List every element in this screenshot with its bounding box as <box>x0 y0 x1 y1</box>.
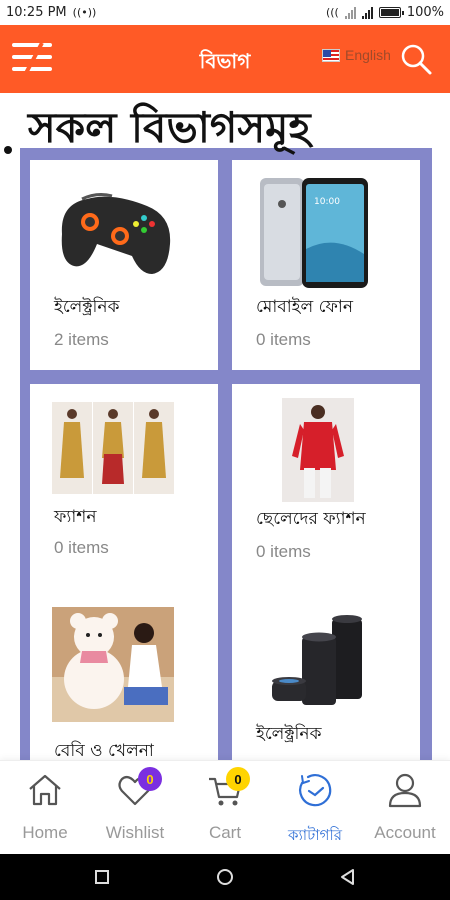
mens-fashion-image <box>282 398 354 502</box>
category-name: মোবাইল ফোন <box>256 297 353 317</box>
nav-account[interactable]: Account <box>360 761 450 855</box>
womens-fashion-image <box>52 402 174 494</box>
category-card[interactable]: ইলেক্ট্রনিক 2 items <box>30 160 218 370</box>
smartphone-image: 10:00 <box>260 178 368 288</box>
svg-text:10:00: 10:00 <box>314 197 340 207</box>
category-count: 0 items <box>256 542 311 561</box>
cart-badge: 0 <box>226 767 250 791</box>
wifi-calling-icon: ((( <box>325 6 339 19</box>
category-name: বেবি ও খেলনা <box>54 741 154 760</box>
nav-home-label: Home <box>22 823 68 842</box>
nav-wishlist-label: Wishlist <box>105 823 165 842</box>
nav-cart[interactable]: 0 Cart <box>180 761 270 855</box>
language-label: English <box>345 47 391 63</box>
nav-cart-label: Cart <box>208 823 242 842</box>
home-button-icon[interactable] <box>215 867 235 887</box>
signal-icon <box>344 6 356 19</box>
back-icon[interactable] <box>338 867 358 887</box>
app-header: বিভাগ English <box>0 25 450 93</box>
nav-account-label: Account <box>374 823 436 842</box>
nav-category[interactable]: ক্যাটাগরি <box>270 761 360 855</box>
search-icon[interactable] <box>398 42 434 78</box>
category-count: 0 items <box>256 330 311 349</box>
battery-icon <box>378 7 404 18</box>
status-time: 10:25 PM <box>6 5 67 20</box>
category-name: ছেলেদের ফ্যাশন <box>256 509 366 529</box>
category-grid: ইলেক্ট্রনিক 2 items 10:00 মোবাইল ফোন 0 i… <box>20 148 432 760</box>
category-card[interactable]: বেবি ও খেলনা <box>30 593 218 760</box>
us-flag-icon <box>322 48 340 62</box>
category-card[interactable]: 10:00 মোবাইল ফোন 0 items <box>232 160 420 370</box>
gamepad-image <box>61 193 171 274</box>
nav-category-label: ক্যাটাগরি <box>287 826 343 844</box>
signal-icon-2 <box>361 6 373 19</box>
category-card[interactable]: ফ্যাশন 0 items <box>30 384 218 594</box>
battery-percent: 100% <box>406 5 444 20</box>
status-bar: 10:25 PM ((•)) ((( 100% <box>0 0 450 25</box>
category-name: ফ্যাশন <box>54 507 97 527</box>
category-count: 2 items <box>54 330 109 349</box>
nav-wishlist[interactable]: 0 Wishlist <box>90 761 180 855</box>
recents-icon[interactable] <box>92 867 112 887</box>
category-name: ইলেক্ট্রনিক <box>256 724 322 744</box>
system-nav-bar <box>0 854 450 900</box>
bullet-dot <box>4 146 12 154</box>
category-card[interactable]: ছেলেদের ফ্যাশন 0 items <box>232 384 420 594</box>
smart-speaker-image <box>272 615 362 705</box>
menu-icon[interactable] <box>10 39 54 77</box>
category-card[interactable]: ইলেক্ট্রনিক <box>232 593 420 760</box>
teddy-bear-image <box>52 607 174 722</box>
all-categories-heading: সকল বিভাগসমূহ <box>28 103 311 152</box>
wishlist-badge: 0 <box>138 767 162 791</box>
category-count: 0 items <box>54 538 109 557</box>
language-selector[interactable]: English <box>322 47 391 63</box>
category-icon <box>299 774 332 807</box>
bottom-nav: Home 0 Wishlist 0 Cart ক্যাটাগরি Account <box>0 760 450 854</box>
home-icon <box>29 774 61 806</box>
category-name: ইলেক্ট্রনিক <box>54 297 120 317</box>
hotspot-icon: ((•)) <box>72 6 97 19</box>
account-icon <box>388 773 422 808</box>
nav-home[interactable]: Home <box>0 761 90 855</box>
